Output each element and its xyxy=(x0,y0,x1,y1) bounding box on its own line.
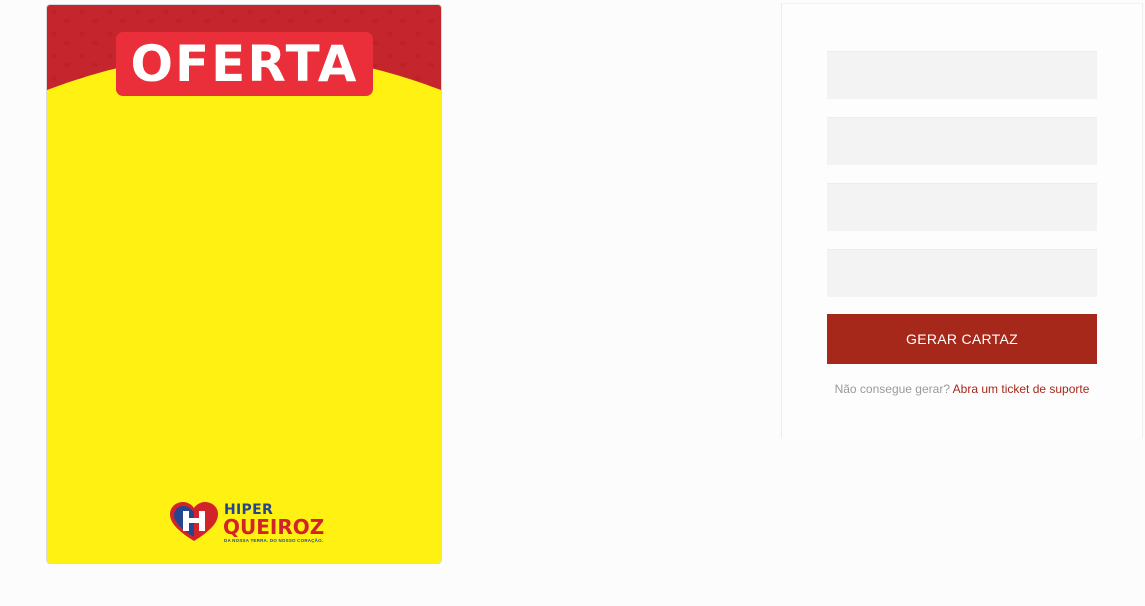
support-prefix: Não consegue gerar? xyxy=(834,382,950,396)
oferta-badge: OFERTA xyxy=(116,32,373,96)
support-line: Não consegue gerar? Abra um ticket de su… xyxy=(782,382,1142,396)
poster-form-panel: GERAR CARTAZ Não consegue gerar? Abra um… xyxy=(781,3,1143,438)
logo-tagline: DA NOSSA TERRA. DO NOSSO CORAÇÃO. xyxy=(224,538,324,543)
poster-field-2[interactable] xyxy=(827,117,1097,165)
logo-queiroz-text: QUEIROZ xyxy=(223,515,325,539)
poster-field-1[interactable] xyxy=(827,51,1097,99)
heart-h-icon xyxy=(170,502,218,541)
poster-field-4[interactable] xyxy=(827,249,1097,297)
support-ticket-link[interactable]: Abra um ticket de suporte xyxy=(953,382,1090,396)
hiper-queiroz-logo: HIPER QUEIROZ DA NOSSA TERRA. DO NOSSO C… xyxy=(168,499,328,545)
generate-poster-button[interactable]: GERAR CARTAZ xyxy=(827,314,1097,364)
poster-preview: OFERTA HIPER QUEIROZ DA NOSSA TERRA. DO … xyxy=(46,4,442,564)
poster-field-3[interactable] xyxy=(827,183,1097,231)
